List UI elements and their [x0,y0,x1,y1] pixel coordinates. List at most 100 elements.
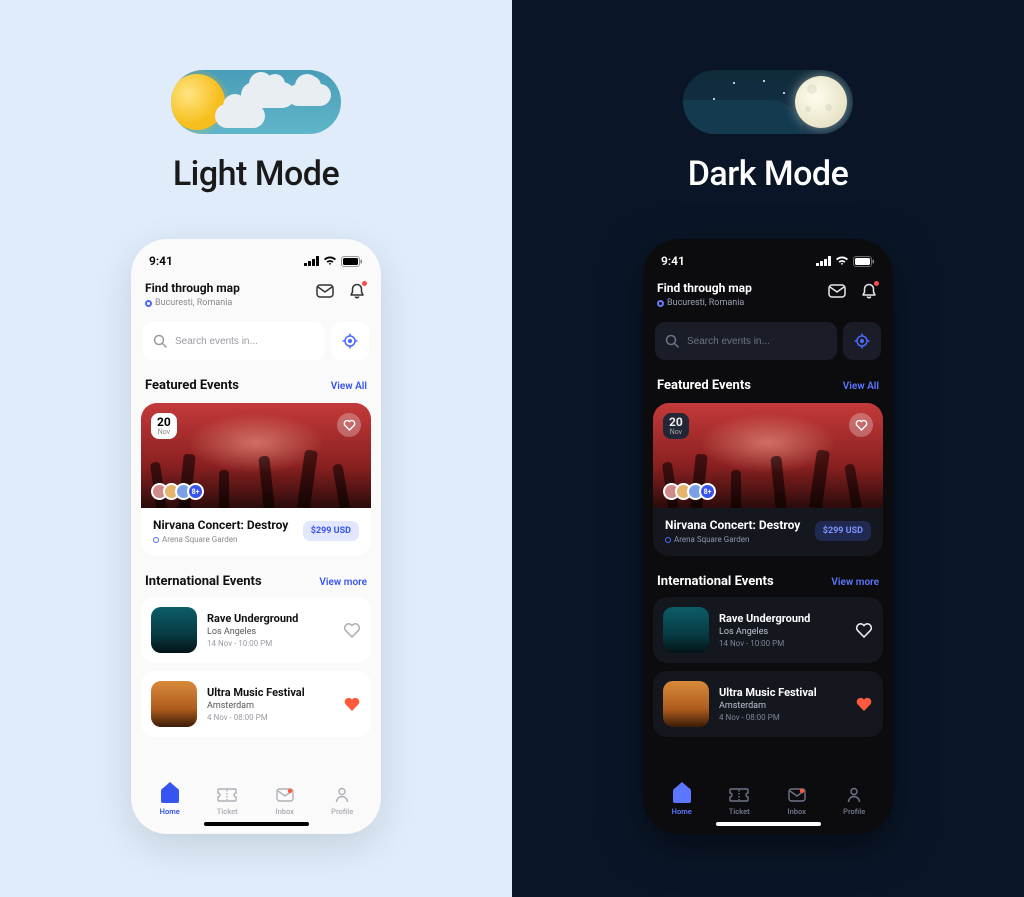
tab-inbox[interactable]: Inbox [274,786,296,816]
search-input[interactable] [175,336,315,347]
attendee-avatars: 8+ [663,483,716,500]
search-input-wrapper[interactable] [143,322,325,360]
featured-event-image: 20 Nov 8+ [653,403,883,508]
tab-bar: Home Ticket Inbox Profile [141,778,371,816]
event-list-item[interactable]: Rave Underground Los Angeles 14 Nov - 10… [653,597,883,663]
heart-icon [855,419,868,431]
mode-title-dark: Dark Mode [688,154,849,194]
featured-view-all-link[interactable]: View All [843,381,879,392]
featured-view-all-link[interactable]: View All [331,381,367,392]
header-title: Find through map [657,281,752,295]
featured-event-title: Nirvana Concert: Destroy [153,518,288,532]
event-date: 14 Nov - 10:00 PM [719,639,845,648]
profile-icon [843,786,865,804]
notification-dot-icon [874,281,879,286]
battery-icon [853,256,875,267]
featured-event-price: $299 USD [815,521,871,541]
favorite-button[interactable] [855,696,873,712]
bell-button[interactable] [859,281,879,301]
event-title: Rave Underground [207,612,333,625]
mail-button[interactable] [315,281,335,301]
favorite-button[interactable] [855,622,873,638]
mode-title-light: Light Mode [173,154,339,194]
featured-event-title: Nirvana Concert: Destroy [665,518,800,532]
battery-icon [341,256,363,267]
map-location-button[interactable] [843,322,881,360]
favorite-button[interactable] [343,696,361,712]
tab-home[interactable]: Home [159,786,181,816]
page-header: Find through map Bucuresti, Romania [653,281,883,308]
favorite-button[interactable] [849,413,873,437]
status-time: 9:41 [661,254,685,268]
event-list-item[interactable]: Ultra Music Festival Amsterdam 4 Nov - 0… [653,671,883,737]
header-location-text: Bucuresti, Romania [667,298,744,308]
event-date: 4 Nov - 08:00 PM [719,713,845,722]
header-location[interactable]: Bucuresti, Romania [145,298,240,308]
light-mode-panel: Light Mode 9:41 Find through map Bucures… [0,0,512,897]
tab-profile[interactable]: Profile [843,786,865,816]
header-location[interactable]: Bucuresti, Romania [657,298,752,308]
favorite-button[interactable] [343,622,361,638]
event-city: Los Angeles [207,627,333,637]
page-header: Find through map Bucuresti, Romania [141,281,371,308]
landscape-icon [683,100,803,134]
favorite-button[interactable] [337,413,361,437]
inbox-icon [274,786,296,804]
heart-outline-icon [343,622,361,638]
theme-toggle-day[interactable] [171,70,341,134]
event-date: 4 Nov - 08:00 PM [207,713,333,722]
international-view-more-link[interactable]: View more [319,577,367,588]
tab-bar: Home Ticket Inbox Profile [653,778,883,816]
crosshair-icon [854,333,870,349]
crosshair-icon [342,333,358,349]
event-list-item[interactable]: Rave Underground Los Angeles 14 Nov - 10… [141,597,371,663]
mail-button[interactable] [827,281,847,301]
wifi-icon [323,256,337,266]
event-date: 14 Nov - 10:00 PM [207,639,333,648]
home-icon [673,788,691,803]
cloud-icon [287,84,331,106]
international-view-more-link[interactable]: View more [831,577,879,588]
theme-toggle-night[interactable] [683,70,853,134]
tab-ticket[interactable]: Ticket [728,786,750,816]
tab-home[interactable]: Home [671,786,693,816]
map-location-button[interactable] [331,322,369,360]
event-list-item[interactable]: Ultra Music Festival Amsterdam 4 Nov - 0… [141,671,371,737]
featured-event-card[interactable]: 20 Nov 8+ Nirvana Concert: Destroy Arena… [653,403,883,556]
header-location-text: Bucuresti, Romania [155,298,232,308]
event-thumbnail [151,607,197,653]
event-thumbnail [151,681,197,727]
heart-filled-icon [343,696,361,712]
location-pin-icon [145,300,152,307]
featured-section-title: Featured Events [657,378,751,393]
event-title: Rave Underground [719,612,845,625]
heart-icon [343,419,356,431]
event-title: Ultra Music Festival [207,686,333,699]
event-date-chip: 20 Nov [151,413,177,439]
event-title: Ultra Music Festival [719,686,845,699]
event-date-chip: 20 Nov [663,413,689,439]
ticket-icon [728,786,750,804]
home-icon [161,788,179,803]
status-time: 9:41 [149,254,173,268]
attendee-avatars: 8+ [151,483,204,500]
heart-outline-icon [855,622,873,638]
event-city: Amsterdam [207,701,333,711]
tab-inbox[interactable]: Inbox [786,786,808,816]
event-city: Los Angeles [719,627,845,637]
bell-button[interactable] [347,281,367,301]
featured-event-venue: Arena Square Garden [665,535,800,544]
featured-event-price: $299 USD [303,521,359,541]
home-indicator [716,822,821,826]
event-thumbnail [663,681,709,727]
inbox-icon [786,786,808,804]
tab-profile[interactable]: Profile [331,786,353,816]
search-input[interactable] [687,336,827,347]
cellular-icon [304,256,319,266]
cellular-icon [816,256,831,266]
tab-ticket[interactable]: Ticket [216,786,238,816]
featured-event-card[interactable]: 20 Nov 8+ Nirvana Concert: Destroy Arena… [141,403,371,556]
search-input-wrapper[interactable] [655,322,837,360]
wifi-icon [835,256,849,266]
home-indicator [204,822,309,826]
